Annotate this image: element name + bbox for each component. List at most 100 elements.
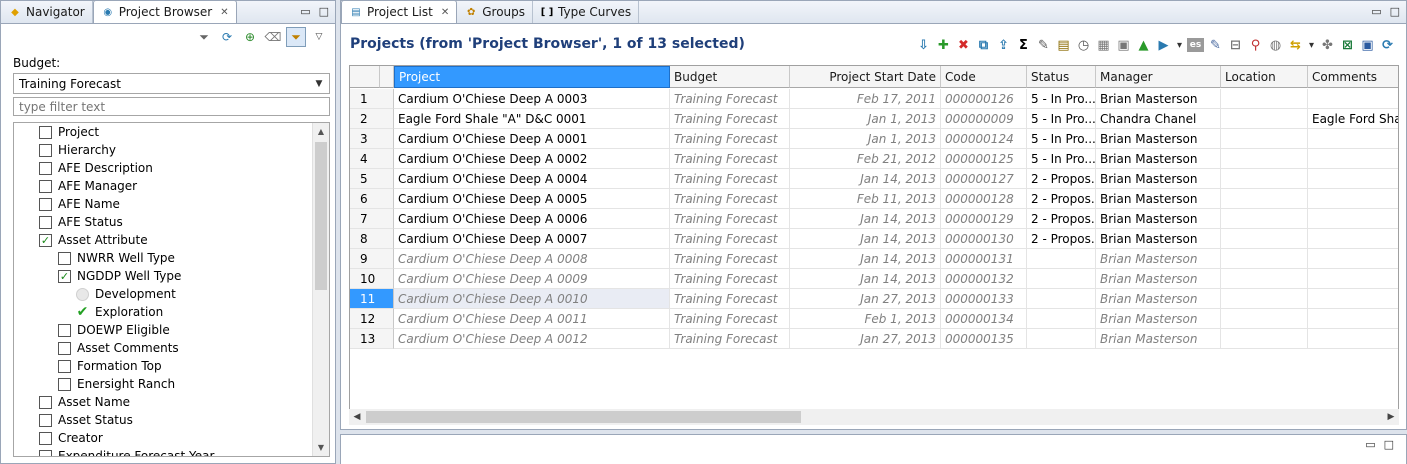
row-number[interactable]: 12 bbox=[350, 309, 394, 329]
table-cell-comments[interactable] bbox=[1308, 149, 1398, 169]
dropdown-icon[interactable]: ▾ bbox=[1175, 36, 1184, 54]
table-cell-budget[interactable]: Training Forecast bbox=[670, 289, 790, 309]
table-cell-code[interactable]: 000000133 bbox=[941, 289, 1027, 309]
table-cell-budget[interactable]: Training Forecast bbox=[670, 89, 790, 109]
table-cell-comments[interactable] bbox=[1308, 89, 1398, 109]
table-cell-location[interactable] bbox=[1221, 249, 1308, 269]
tree-scrollbar[interactable]: ▲ ▼ bbox=[312, 123, 329, 456]
scroll-up-icon[interactable]: ▲ bbox=[313, 123, 329, 140]
import-icon[interactable]: ⇩ bbox=[915, 36, 932, 54]
checkbox[interactable] bbox=[39, 125, 52, 139]
table-cell-project[interactable]: Cardium O'Chiese Deep A 0003 bbox=[394, 89, 670, 109]
table-cell-code[interactable]: 000000134 bbox=[941, 309, 1027, 329]
scroll-thumb[interactable] bbox=[366, 411, 801, 423]
table-cell-code[interactable]: 000000127 bbox=[941, 169, 1027, 189]
table-cell-manager[interactable]: Brian Masterson bbox=[1096, 189, 1221, 209]
maximize-icon[interactable]: □ bbox=[319, 5, 329, 18]
table-cell-manager[interactable]: Brian Masterson bbox=[1096, 329, 1221, 349]
table-cell-budget[interactable]: Training Forecast bbox=[670, 189, 790, 209]
table-cell-manager[interactable]: Brian Masterson bbox=[1096, 289, 1221, 309]
table-cell-start[interactable]: Jan 14, 2013 bbox=[790, 229, 941, 249]
column-header[interactable]: Status bbox=[1027, 66, 1096, 88]
row-number[interactable]: 9 bbox=[350, 249, 394, 269]
edit-icon[interactable]: ✎ bbox=[1035, 36, 1052, 54]
table-cell-project[interactable]: Cardium O'Chiese Deep A 0009 bbox=[394, 269, 670, 289]
refresh-icon[interactable]: ⟳ bbox=[1379, 36, 1396, 54]
tab-type-curves[interactable]: [ ] Type Curves bbox=[533, 1, 640, 23]
table-cell-manager[interactable]: Chandra Chanel bbox=[1096, 109, 1221, 129]
table-cell-status[interactable]: 2 - Propos... bbox=[1027, 189, 1096, 209]
table-cell-code[interactable]: 000000126 bbox=[941, 89, 1027, 109]
table-cell-code[interactable]: 000000132 bbox=[941, 269, 1027, 289]
notes-icon[interactable]: ▤ bbox=[1055, 36, 1072, 54]
copy-icon[interactable]: ⧉ bbox=[975, 36, 992, 54]
table-cell-comments[interactable] bbox=[1308, 189, 1398, 209]
table-cell-start[interactable]: Jan 1, 2013 bbox=[790, 129, 941, 149]
column-header[interactable]: Code bbox=[941, 66, 1027, 88]
table-cell-code[interactable]: 000000135 bbox=[941, 329, 1027, 349]
table-cell-start[interactable]: Jan 14, 2013 bbox=[790, 209, 941, 229]
tree-item[interactable]: AFE Status bbox=[39, 213, 123, 231]
checkbox[interactable] bbox=[39, 395, 52, 409]
table-cell-manager[interactable]: Brian Masterson bbox=[1096, 229, 1221, 249]
add-icon[interactable]: ✚ bbox=[935, 36, 952, 54]
table-cell-manager[interactable]: Brian Masterson bbox=[1096, 269, 1221, 289]
table-cell-start[interactable]: Feb 11, 2013 bbox=[790, 189, 941, 209]
tab-project-browser[interactable]: ◉ Project Browser ✕ bbox=[92, 0, 237, 23]
table-cell-project[interactable]: Cardium O'Chiese Deep A 0004 bbox=[394, 169, 670, 189]
tree-item[interactable]: Formation Top bbox=[58, 357, 162, 375]
doc-icon[interactable]: ✎ bbox=[1207, 36, 1224, 54]
column-header[interactable]: Manager bbox=[1096, 66, 1221, 88]
calendar-icon[interactable]: ▦ bbox=[1095, 36, 1112, 54]
checkmark-icon[interactable]: ✔ bbox=[76, 304, 89, 320]
table-cell-location[interactable] bbox=[1221, 289, 1308, 309]
table-cell-comments[interactable] bbox=[1308, 129, 1398, 149]
table-cell-comments[interactable] bbox=[1308, 269, 1398, 289]
tree-item[interactable]: Creator bbox=[39, 429, 103, 447]
checkbox[interactable] bbox=[58, 377, 71, 391]
horizontal-scrollbar[interactable]: ◀ ▶ bbox=[349, 409, 1399, 425]
table-cell-project[interactable]: Cardium O'Chiese Deep A 0010 bbox=[394, 289, 670, 309]
column-header[interactable]: Budget bbox=[670, 66, 790, 88]
table-cell-start[interactable]: Feb 21, 2012 bbox=[790, 149, 941, 169]
tree-item[interactable]: ✔ Exploration bbox=[76, 303, 164, 321]
row-number[interactable]: 10 bbox=[350, 269, 394, 289]
table-cell-location[interactable] bbox=[1221, 109, 1308, 129]
table-cell-location[interactable] bbox=[1221, 209, 1308, 229]
form-icon[interactable]: ▣ bbox=[1115, 36, 1132, 54]
table-cell-comments[interactable] bbox=[1308, 329, 1398, 349]
corner-header[interactable] bbox=[380, 66, 394, 88]
budget-select[interactable]: Training Forecast ▼ bbox=[13, 73, 330, 94]
tree-item[interactable]: Expenditure Forecast Year bbox=[39, 447, 214, 456]
corner-header[interactable] bbox=[350, 66, 380, 88]
table-cell-project[interactable]: Cardium O'Chiese Deep A 0005 bbox=[394, 189, 670, 209]
table-cell-manager[interactable]: Brian Masterson bbox=[1096, 89, 1221, 109]
tree-item[interactable]: Asset Status bbox=[39, 411, 133, 429]
column-header[interactable]: Location bbox=[1221, 66, 1308, 88]
checkbox[interactable] bbox=[39, 431, 52, 445]
table-cell-code[interactable]: 000000128 bbox=[941, 189, 1027, 209]
table-cell-location[interactable] bbox=[1221, 89, 1308, 109]
es-icon[interactable]: es bbox=[1187, 38, 1204, 52]
checkbox[interactable] bbox=[39, 143, 52, 157]
table-cell-budget[interactable]: Training Forecast bbox=[670, 269, 790, 289]
save-icon[interactable]: ▣ bbox=[1359, 36, 1376, 54]
table-cell-budget[interactable]: Training Forecast bbox=[670, 129, 790, 149]
table-cell-project[interactable]: Eagle Ford Shale "A" D&C 0001 bbox=[394, 109, 670, 129]
maximize-icon[interactable]: □ bbox=[1390, 5, 1400, 18]
table-cell-budget[interactable]: Training Forecast bbox=[670, 309, 790, 329]
checkbox[interactable] bbox=[39, 179, 52, 193]
row-number[interactable]: 7 bbox=[350, 209, 394, 229]
tree-item[interactable]: ✓ NGDDP Well Type bbox=[58, 267, 181, 285]
scroll-right-icon[interactable]: ▶ bbox=[1383, 409, 1399, 425]
table-cell-budget[interactable]: Training Forecast bbox=[670, 329, 790, 349]
table-cell-comments[interactable] bbox=[1308, 209, 1398, 229]
tree-item[interactable]: DOEWP Eligible bbox=[58, 321, 170, 339]
column-header[interactable]: Project Start Date bbox=[790, 66, 941, 88]
table-cell-code[interactable]: 000000131 bbox=[941, 249, 1027, 269]
minimize-icon[interactable]: ▭ bbox=[300, 5, 310, 18]
tree-item[interactable]: Asset Name bbox=[39, 393, 130, 411]
table-cell-location[interactable] bbox=[1221, 229, 1308, 249]
close-icon[interactable]: ✕ bbox=[220, 7, 228, 18]
checkbox[interactable] bbox=[39, 161, 52, 175]
